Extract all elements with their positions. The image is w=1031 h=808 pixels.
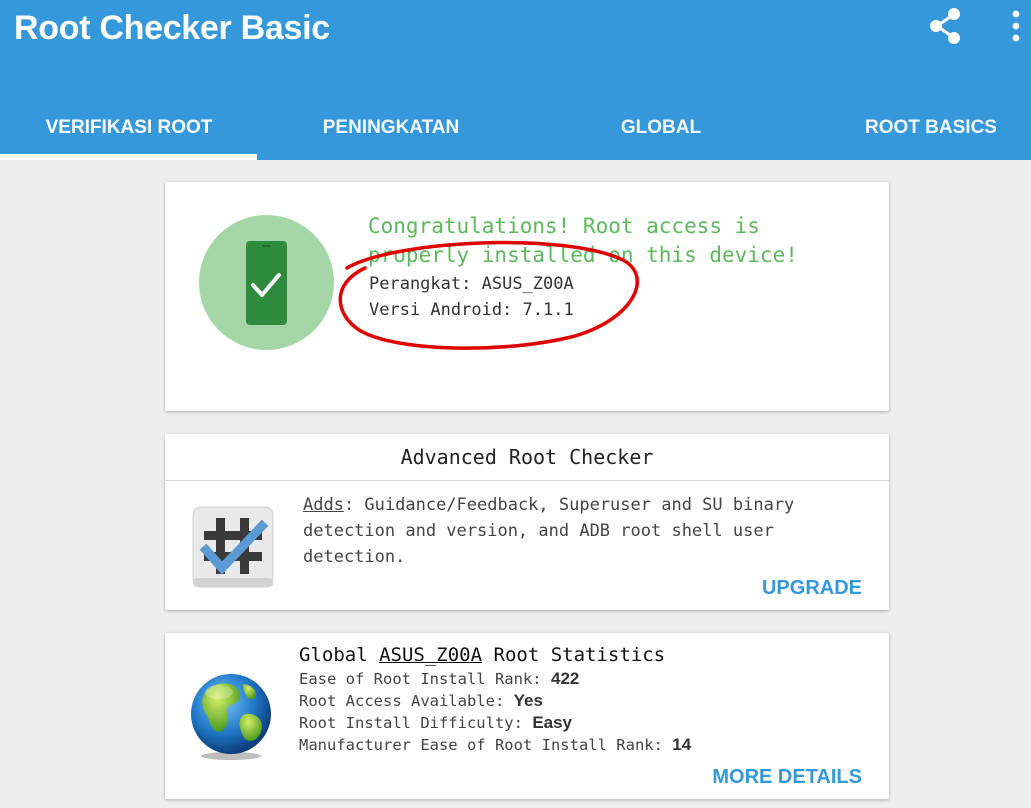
upgrade-button[interactable]: UPGRADE bbox=[762, 577, 862, 600]
stats-title-prefix: Global bbox=[299, 644, 368, 666]
app-bar: Root Checker Basic VERIFIKASI ROOT PENIN… bbox=[0, 0, 1031, 160]
stats-device-link[interactable]: ASUS_Z00A bbox=[379, 644, 482, 666]
android-version-label: Versi Android: bbox=[369, 300, 513, 320]
global-stats-card: Global ASUS_Z00A Root Statistics Ease of… bbox=[165, 633, 889, 799]
stats-title-suffix: Root Statistics bbox=[493, 644, 666, 666]
stats-title: Global ASUS_Z00A Root Statistics bbox=[299, 643, 665, 667]
tab-global[interactable]: GLOBAL bbox=[532, 96, 790, 160]
device-value: ASUS_Z00A bbox=[481, 274, 574, 294]
stat-value: 422 bbox=[550, 669, 580, 688]
tab-bar: VERIFIKASI ROOT PENINGKATAN GLOBAL ROOT … bbox=[0, 96, 1031, 160]
root-checker-tool-icon bbox=[192, 506, 274, 588]
globe-icon bbox=[185, 670, 277, 762]
selected-tab-indicator bbox=[0, 154, 257, 160]
stat-row: Root Install Difficulty: Easy bbox=[299, 712, 572, 734]
stat-row: Root Access Available: Yes bbox=[299, 690, 543, 712]
stat-value: 14 bbox=[672, 735, 692, 754]
android-version-value: 7.1.1 bbox=[522, 300, 574, 320]
stat-label: Manufacturer Ease of Root Install Rank: bbox=[299, 736, 663, 754]
advanced-description: Adds: Guidance/Feedback, Superuser and S… bbox=[303, 492, 863, 570]
app-title: Root Checker Basic bbox=[14, 9, 330, 47]
root-result-card: Congratulations! Root access is properly… bbox=[165, 182, 889, 411]
more-details-button[interactable]: MORE DETAILS bbox=[712, 766, 862, 789]
tab-peningkatan[interactable]: PENINGKATAN bbox=[262, 96, 520, 160]
stat-label: Root Access Available: bbox=[299, 692, 505, 710]
phone-check-icon bbox=[199, 215, 334, 350]
advanced-root-checker-card: Advanced Root Checker Adds: Guidance/Fee… bbox=[165, 434, 889, 610]
stat-label: Ease of Root Install Rank: bbox=[299, 670, 542, 688]
device-info: Perangkat: ASUS_Z00A bbox=[369, 273, 574, 295]
root-success-message: Congratulations! Root access is properly… bbox=[368, 214, 798, 267]
device-label: Perangkat: bbox=[369, 274, 472, 294]
android-version-info: Versi Android: 7.1.1 bbox=[369, 299, 574, 321]
tab-root-basics[interactable]: ROOT BASICS bbox=[802, 96, 1031, 160]
share-icon[interactable] bbox=[926, 6, 964, 46]
more-vert-icon[interactable] bbox=[1004, 8, 1028, 44]
advanced-card-title: Advanced Root Checker bbox=[165, 434, 889, 481]
stat-row: Ease of Root Install Rank: 422 bbox=[299, 668, 579, 690]
stat-value: Yes bbox=[513, 691, 543, 710]
stat-value: Easy bbox=[532, 713, 573, 732]
stat-label: Root Install Difficulty: bbox=[299, 714, 523, 732]
tab-verifikasi-root[interactable]: VERIFIKASI ROOT bbox=[0, 96, 258, 160]
adds-description: : Guidance/Feedback, Superuser and SU bi… bbox=[303, 495, 795, 567]
adds-label: Adds bbox=[303, 495, 344, 515]
stat-row: Manufacturer Ease of Root Install Rank: … bbox=[299, 734, 691, 756]
